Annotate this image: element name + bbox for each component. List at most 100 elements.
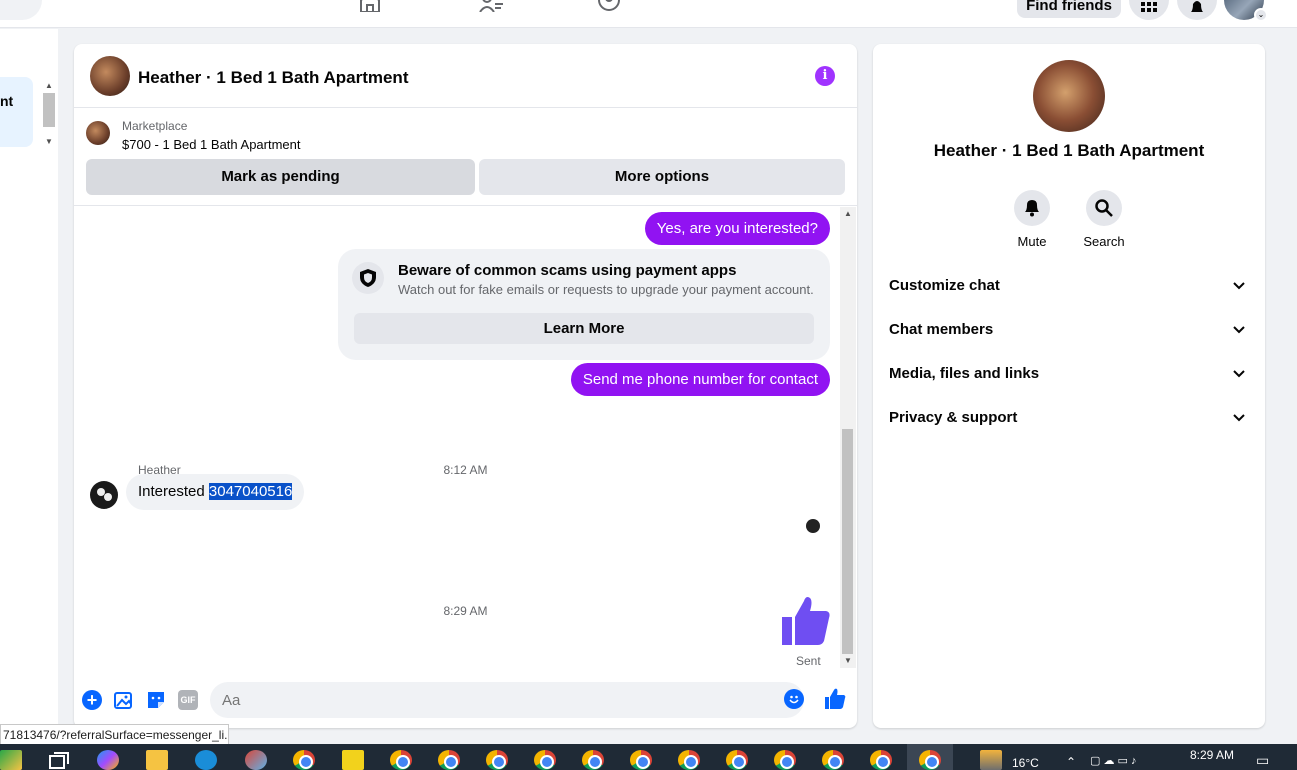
chevron-down-icon: ⌄ <box>1254 8 1268 22</box>
chevron-down-icon <box>1233 308 1245 352</box>
section-label: Customize chat <box>889 277 1000 294</box>
privacy-support-section[interactable]: Privacy & support <box>889 396 1249 440</box>
sent-status: Sent <box>796 654 821 668</box>
chat-details-panel: Heather · 1 Bed 1 Bath Apartment Mute Se… <box>873 44 1265 728</box>
chrome-icon[interactable] <box>438 750 460 770</box>
more-options-button[interactable]: More options <box>479 159 845 195</box>
mute-button[interactable]: Mute <box>1002 190 1062 249</box>
info-icon[interactable]: i <box>815 66 835 86</box>
chrome-icon[interactable] <box>822 750 844 770</box>
warning-subtitle: Watch out for fake emails or requests to… <box>398 282 814 297</box>
seen-indicator-avatar <box>806 519 820 533</box>
task-view-icon[interactable] <box>48 750 70 770</box>
chat-avatar[interactable] <box>90 56 130 96</box>
scroll-up-icon[interactable]: ▲ <box>45 81 53 90</box>
grid-icon <box>1141 2 1157 12</box>
chrome-icon[interactable] <box>726 750 748 770</box>
message-composer: + GIF <box>74 680 857 720</box>
menu-grid-button[interactable] <box>1129 0 1169 20</box>
windows-taskbar: 16°C ⌃ ▢ ☁ ▭ ♪ 8:29 AM ▭ <box>0 744 1297 770</box>
marketplace-listing: Marketplace $700 - 1 Bed 1 Bath Apartmen… <box>74 108 857 206</box>
chrome-icon[interactable] <box>534 750 556 770</box>
clock-time[interactable]: 8:29 AM <box>1190 748 1234 762</box>
top-navigation: Find friends ⌄ <box>0 0 1297 28</box>
chat-list-scrollbar[interactable]: ▲ ▼ <box>42 81 56 147</box>
scrollbar-thumb[interactable] <box>842 429 853 654</box>
learn-more-button[interactable]: Learn More <box>354 313 814 344</box>
chrome-icon[interactable] <box>774 750 796 770</box>
copilot-icon[interactable] <box>97 750 119 770</box>
paint-icon[interactable] <box>245 750 267 770</box>
media-files-links-section[interactable]: Media, files and links <box>889 352 1249 396</box>
mute-label: Mute <box>1017 234 1047 249</box>
chrome-icon[interactable] <box>582 750 604 770</box>
mark-as-pending-button[interactable]: Mark as pending <box>86 159 475 195</box>
find-friends-button[interactable]: Find friends <box>1017 0 1121 18</box>
message-scrollbar[interactable]: ▲ ▼ <box>840 207 856 668</box>
search-box[interactable] <box>0 0 42 20</box>
gif-icon[interactable]: GIF <box>178 690 198 710</box>
plus-icon[interactable]: + <box>82 690 102 710</box>
chat-list-item-selected[interactable]: nt <box>0 77 33 147</box>
image-icon[interactable] <box>114 690 134 710</box>
chat-details-avatar[interactable] <box>1033 60 1105 132</box>
chrome-icon[interactable] <box>870 750 892 770</box>
search-label: Search <box>1083 234 1125 249</box>
notifications-button[interactable] <box>1177 0 1217 20</box>
selected-phone-number[interactable]: 3047040516 <box>208 483 293 500</box>
chat-header: Heather · 1 Bed 1 Bath Apartment i <box>74 44 857 108</box>
like-icon[interactable] <box>824 688 846 710</box>
friends-icon[interactable] <box>477 0 503 12</box>
scroll-down-icon[interactable]: ▼ <box>844 656 852 665</box>
chat-title[interactable]: Heather · 1 Bed 1 Bath Apartment <box>138 68 408 88</box>
section-label: Chat members <box>889 321 994 338</box>
app-icon[interactable] <box>0 750 22 770</box>
section-label: Media, files and links <box>889 365 1040 382</box>
listing-thumbnail[interactable] <box>86 121 110 145</box>
chevron-up-icon[interactable]: ⌃ <box>1066 755 1076 769</box>
sender-avatar[interactable] <box>90 481 118 509</box>
outgoing-message[interactable]: Send me phone number for contact <box>570 363 830 396</box>
listing-title[interactable]: $700 - 1 Bed 1 Bath Apartment <box>122 137 301 152</box>
scrollbar-thumb[interactable] <box>43 93 55 127</box>
chrome-icon[interactable] <box>678 750 700 770</box>
account-avatar[interactable]: ⌄ <box>1224 0 1268 22</box>
customize-chat-section[interactable]: Customize chat <box>889 264 1249 308</box>
chrome-icon[interactable] <box>630 750 652 770</box>
home-icon[interactable] <box>357 0 383 12</box>
weather-icon[interactable] <box>980 750 1002 770</box>
search-icon <box>1086 190 1122 226</box>
chat-members-section[interactable]: Chat members <box>889 308 1249 352</box>
chrome-icon[interactable] <box>293 750 315 770</box>
skype-icon[interactable] <box>195 750 217 770</box>
scroll-down-icon[interactable]: ▼ <box>45 137 53 146</box>
search-button[interactable]: Search <box>1074 190 1134 249</box>
scam-warning-card: Beware of common scams using payment app… <box>338 249 830 360</box>
file-explorer-icon[interactable] <box>146 750 168 770</box>
message-list: Yes, are you interested? Beware of commo… <box>74 207 857 668</box>
notification-center-icon[interactable]: ▭ <box>1256 752 1269 769</box>
emoji-icon[interactable] <box>784 689 804 709</box>
groups-icon[interactable] <box>596 0 622 12</box>
scroll-up-icon[interactable]: ▲ <box>844 209 852 218</box>
chrome-icon[interactable] <box>390 750 412 770</box>
chat-list-panel: nt ▲ ▼ <box>0 29 58 744</box>
weather-temperature[interactable]: 16°C <box>1012 756 1039 770</box>
bell-icon <box>1191 1 1203 12</box>
active-taskbar-item[interactable] <box>907 744 953 770</box>
chrome-icon[interactable] <box>919 750 941 770</box>
incoming-message[interactable]: Interested 3047040516 <box>126 474 305 510</box>
sticky-notes-icon[interactable] <box>342 750 364 770</box>
listing-label: Marketplace <box>122 119 188 133</box>
message-input[interactable] <box>210 682 804 718</box>
shield-icon <box>352 262 384 294</box>
message-timestamp: 8:29 AM <box>443 604 488 618</box>
outgoing-message[interactable]: Yes, are you interested? <box>644 212 830 245</box>
chevron-down-icon <box>1233 352 1245 396</box>
sticker-icon[interactable] <box>146 690 166 710</box>
warning-title: Beware of common scams using payment app… <box>398 262 737 279</box>
tray-icons[interactable]: ▢ ☁ ▭ ♪ <box>1090 754 1136 767</box>
bell-icon <box>1014 190 1050 226</box>
thumbs-up-icon[interactable] <box>780 595 832 647</box>
chrome-icon[interactable] <box>486 750 508 770</box>
